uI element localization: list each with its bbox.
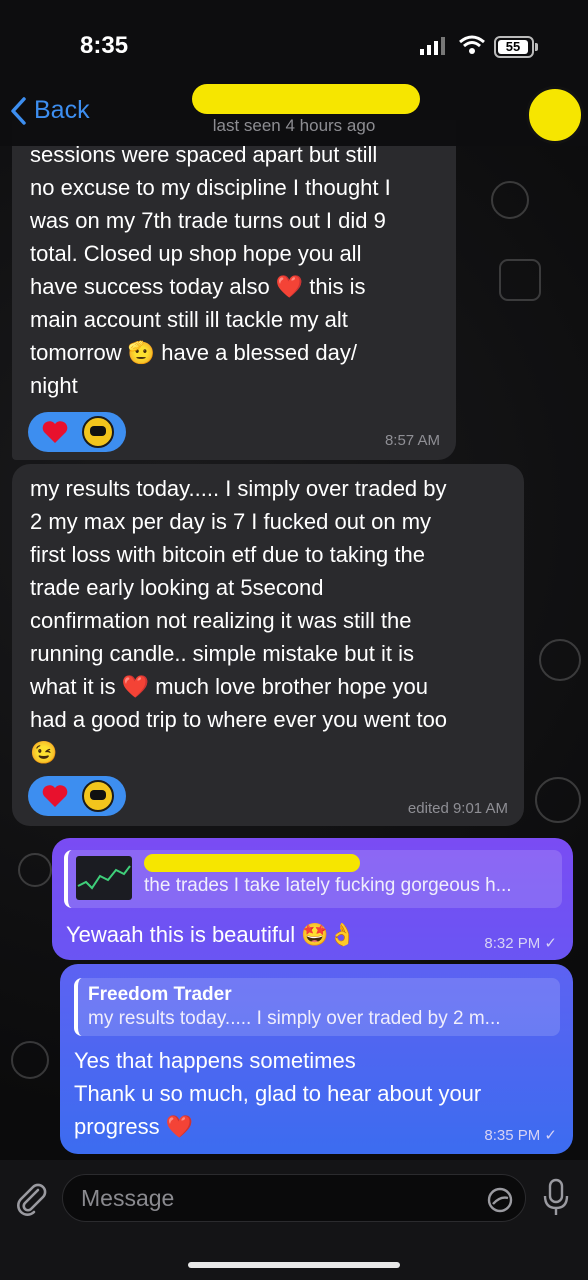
message-time: edited 9:01 AM (407, 800, 508, 817)
chat-title-redacted[interactable] (192, 84, 420, 114)
outgoing-message[interactable]: Freedom Trader my results today..... I s… (60, 964, 573, 1154)
message-time: 8:35 PM ✓ (484, 1126, 557, 1144)
message-text: sessions were spaced apart but still no … (30, 142, 391, 398)
cellular-signal-icon (420, 37, 445, 55)
microphone-icon[interactable] (542, 1178, 570, 1218)
chart-thumbnail-icon (77, 865, 131, 890)
reply-name-redacted (144, 854, 360, 872)
incoming-message[interactable]: my results today..... I simply over trad… (12, 464, 524, 826)
reply-text: the trades I take lately fucking gorgeou… (144, 875, 512, 896)
wallpaper-doodle (491, 181, 541, 301)
incoming-message[interactable]: sessions were spaced apart but still no … (12, 120, 456, 460)
message-text: my results today..... I simply over trad… (30, 476, 448, 765)
outgoing-message[interactable]: the trades I take lately fucking gorgeou… (52, 838, 573, 960)
reactions[interactable] (28, 776, 126, 816)
message-time-text: 8:35 PM (484, 1127, 541, 1144)
reactions[interactable] (28, 412, 126, 452)
home-indicator (188, 1262, 400, 1268)
battery-level: 55 (498, 40, 528, 54)
message-time: 8:57 AM (384, 432, 440, 449)
battery-icon: 55 (494, 36, 534, 58)
reply-thumbnail (76, 856, 132, 900)
last-seen-status: last seen 4 hours ago (212, 116, 376, 135)
message-placeholder: Message (81, 1185, 175, 1211)
reply-text: my results today..... I simply over trad… (88, 1008, 501, 1029)
reply-preview[interactable]: Freedom Trader my results today..... I s… (74, 978, 560, 1036)
read-check-icon: ✓ (544, 935, 557, 952)
contact-avatar[interactable] (526, 86, 584, 144)
attach-paperclip-icon[interactable] (14, 1180, 48, 1216)
sticker-icon[interactable] (486, 1186, 514, 1214)
wifi-icon (459, 35, 485, 54)
read-check-icon: ✓ (544, 1127, 557, 1144)
chat-header: 8:35 55 Back last seen 4 hours ago (0, 0, 588, 146)
reply-name: Freedom Trader (88, 984, 232, 1005)
message-time: 8:32 PM ✓ (484, 934, 557, 952)
status-time: 8:35 (80, 32, 129, 59)
heart-reaction-icon (42, 785, 68, 807)
reply-preview[interactable]: the trades I take lately fucking gorgeou… (64, 850, 562, 908)
reactor-avatar (82, 416, 114, 448)
heart-reaction-icon (42, 421, 68, 443)
message-time-text: 8:32 PM (484, 935, 541, 952)
reactor-avatar (82, 780, 114, 812)
wallpaper-doodle (535, 639, 581, 823)
message-text: Yewaah this is beautiful 🤩👌 (66, 922, 357, 947)
battery-tip (535, 43, 538, 51)
message-input[interactable]: Message (62, 1174, 526, 1222)
